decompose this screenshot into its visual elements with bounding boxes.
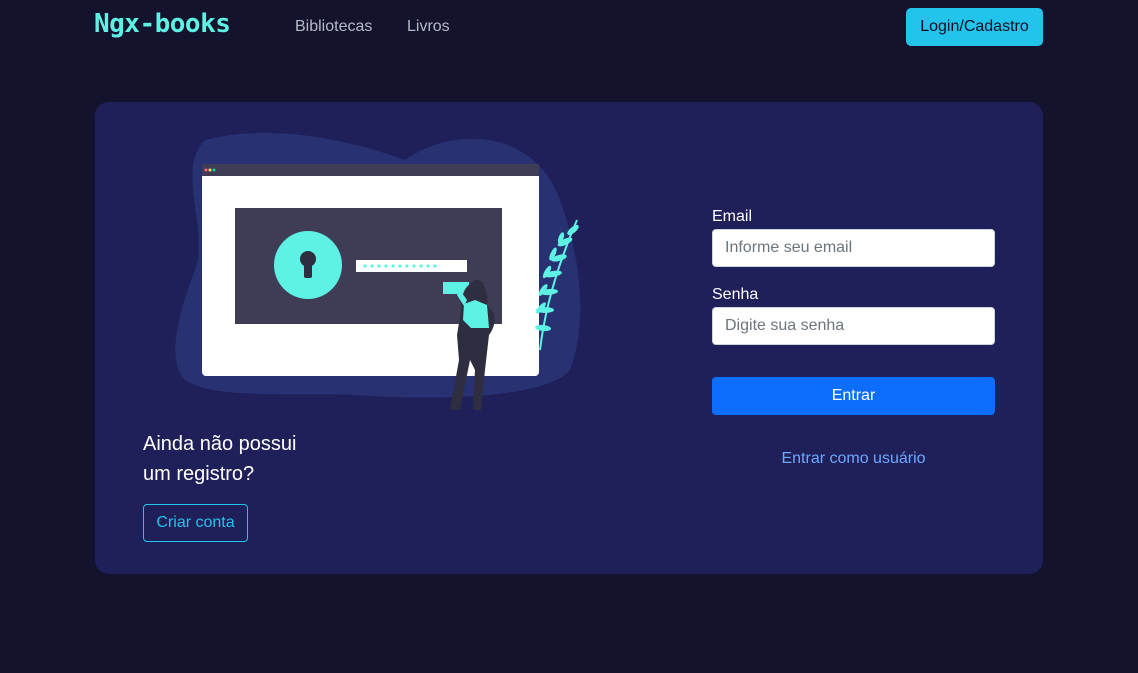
browser-titlebar (202, 164, 539, 176)
guest-login-link[interactable]: Entrar como usuário (712, 450, 995, 468)
password-input[interactable] (712, 307, 995, 345)
register-prompt-line2: um registro? (143, 463, 255, 485)
nav-link-livros[interactable]: Livros (407, 18, 450, 36)
submit-login-button[interactable]: Entrar (712, 377, 995, 415)
brand-logo[interactable]: Ngx-books (94, 9, 231, 39)
email-label: Email (712, 208, 753, 225)
password-label: Senha (712, 286, 759, 303)
email-input[interactable] (712, 229, 995, 267)
login-register-button[interactable]: Login/Cadastro (906, 8, 1043, 46)
navbar: Ngx-books Bibliotecas Livros Login/Cadas… (0, 0, 1138, 56)
nav-link-bibliotecas[interactable]: Bibliotecas (295, 18, 372, 36)
create-account-button[interactable]: Criar conta (143, 504, 248, 542)
login-card: Ainda não possui um registro? Criar cont… (95, 102, 1043, 574)
keyhole-login-illustration (175, 132, 581, 410)
register-prompt: Ainda não possui um registro? (143, 429, 343, 489)
register-prompt-line1: Ainda não possui (143, 433, 297, 455)
